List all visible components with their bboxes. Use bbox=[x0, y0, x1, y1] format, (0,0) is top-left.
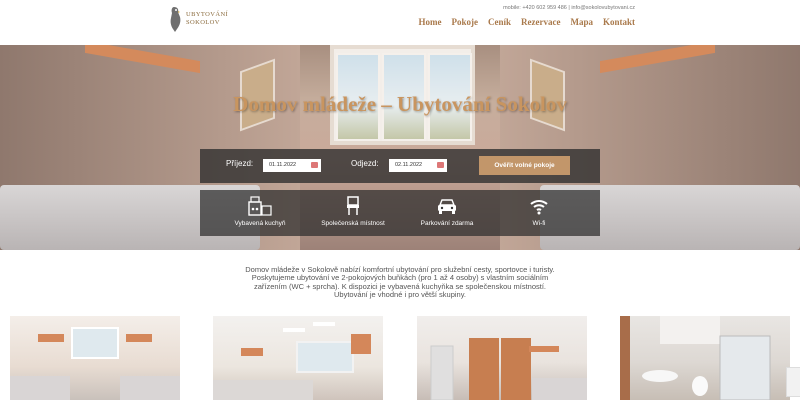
departure-date-input[interactable]: 02.11.2022 bbox=[389, 159, 447, 172]
nav-home[interactable]: Home bbox=[419, 17, 442, 27]
amenity-common-room-label: Společenská místnost bbox=[321, 220, 385, 227]
intro-text: Domov mládeže v Sokolově nabízí komfortn… bbox=[200, 265, 600, 299]
nav-rezervace[interactable]: Rezervace bbox=[521, 17, 560, 27]
departure-date-value: 02.11.2022 bbox=[395, 162, 423, 168]
brand-line-2: SOKOLOV bbox=[186, 19, 220, 26]
nav-mapa[interactable]: Mapa bbox=[570, 17, 593, 27]
amenity-kitchen-label: Vybavená kuchyň bbox=[234, 220, 286, 227]
room-photo-illustration bbox=[10, 327, 180, 400]
gallery-photo-room[interactable] bbox=[10, 316, 180, 400]
gallery-photo-bathroom[interactable] bbox=[620, 316, 790, 400]
amenity-parking: Parkování zdarma bbox=[402, 196, 492, 227]
departure-label: Odjezd: bbox=[351, 159, 379, 168]
bathroom-photo-illustration bbox=[620, 316, 771, 400]
contact-info[interactable]: mobile: +420 602 959 486 | info@sokolovu… bbox=[503, 5, 635, 11]
site-header: UBYTOVÁNÍ SOKOLOV mobile: +420 602 959 4… bbox=[0, 0, 800, 45]
brand-line-1: UBYTOVÁNÍ bbox=[186, 11, 229, 18]
hero-title: Domov mládeže – Ubytování Sokolov bbox=[233, 92, 567, 116]
check-availability-button[interactable]: Ověřit volné pokoje bbox=[479, 156, 570, 175]
amenity-common-room: Společenská místnost bbox=[308, 196, 398, 227]
main-nav: Home Pokoje Ceník Rezervace Mapa Kontakt bbox=[419, 17, 636, 27]
room-gallery bbox=[0, 316, 800, 400]
amenities-bar: Vybavená kuchyň Společenská místnost Par… bbox=[200, 190, 600, 236]
chair-icon bbox=[308, 196, 398, 216]
arrival-date-input[interactable]: 01.11.2022 bbox=[263, 159, 321, 172]
kitchen-icon bbox=[215, 196, 305, 216]
gallery-photo-room[interactable] bbox=[417, 316, 587, 400]
car-icon bbox=[402, 196, 492, 216]
amenity-wifi: Wi-fi bbox=[494, 196, 584, 227]
room-photo-illustration bbox=[430, 338, 587, 400]
calendar-icon[interactable] bbox=[437, 162, 444, 168]
arrival-label: Příjezd: bbox=[226, 159, 254, 168]
nav-kontakt[interactable]: Kontakt bbox=[603, 17, 635, 27]
amenity-wifi-label: Wi-fi bbox=[532, 220, 546, 227]
nav-pokoje[interactable]: Pokoje bbox=[452, 17, 479, 27]
room-photo-illustration bbox=[213, 322, 371, 400]
falcon-logo-icon bbox=[170, 7, 181, 32]
brand-name: UBYTOVÁNÍ SOKOLOV bbox=[186, 11, 228, 27]
wifi-icon bbox=[494, 196, 584, 216]
logo[interactable]: UBYTOVÁNÍ SOKOLOV bbox=[165, 5, 235, 35]
amenity-parking-label: Parkování zdarma bbox=[420, 220, 474, 227]
arrival-date-value: 01.11.2022 bbox=[269, 162, 297, 168]
calendar-icon[interactable] bbox=[311, 162, 318, 168]
booking-form: Příjezd: 01.11.2022 Odjezd: 02.11.2022 O… bbox=[200, 149, 600, 183]
recaptcha-badge[interactable] bbox=[786, 367, 800, 397]
gallery-photo-room[interactable] bbox=[213, 316, 383, 400]
nav-cenik[interactable]: Ceník bbox=[488, 17, 511, 27]
amenity-kitchen: Vybavená kuchyň bbox=[215, 196, 305, 227]
intro-line: Ubytování je vhodné i pro větší skupiny. bbox=[333, 289, 466, 299]
